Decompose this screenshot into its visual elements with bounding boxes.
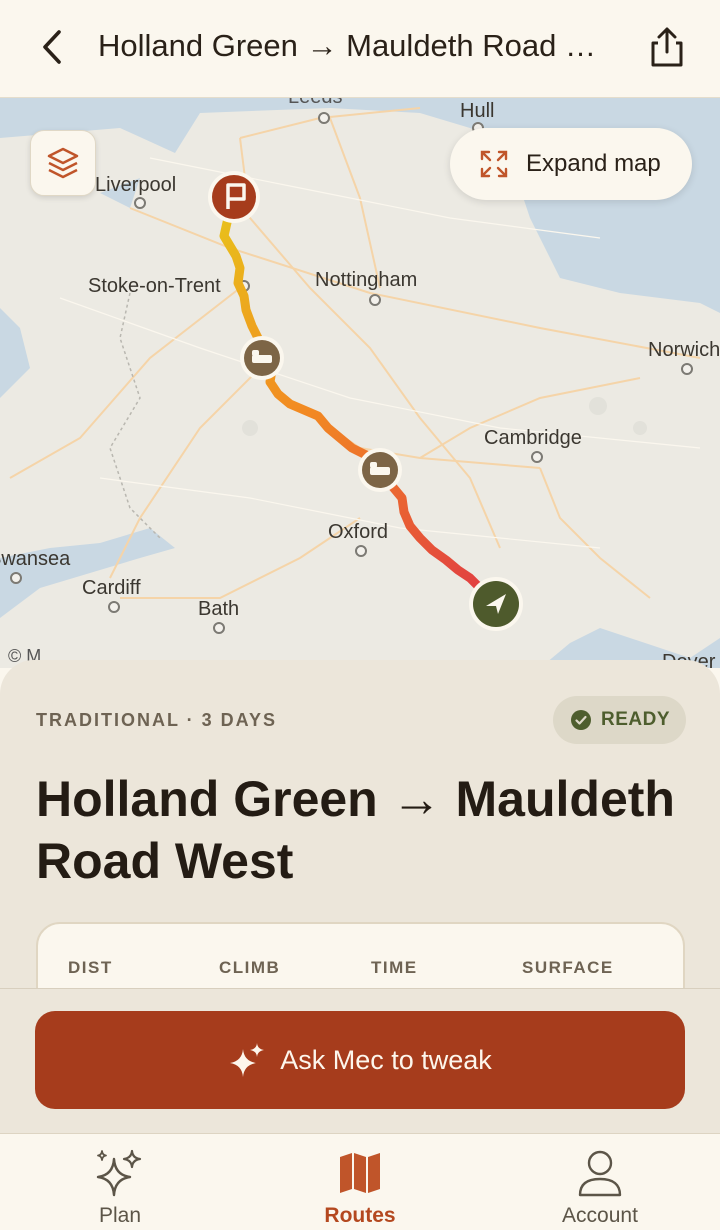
tab-routes-label: Routes [324, 1204, 396, 1227]
start-pin [208, 171, 260, 223]
sparkles-icon [96, 1149, 142, 1197]
page-title: Holland Green → Mauldeth Road … [98, 28, 596, 63]
ask-mec-label: Ask Mec to tweak [280, 1044, 492, 1075]
ask-mec-button[interactable]: Ask Mec to tweak [35, 1011, 685, 1109]
tab-routes[interactable]: Routes [290, 1134, 430, 1230]
top-app-bar: Holland Green → Mauldeth Road … [0, 0, 720, 98]
back-button[interactable] [30, 24, 76, 70]
sparkles-icon [230, 1043, 265, 1077]
action-area: Ask Mec to tweak [0, 988, 720, 1134]
tab-account[interactable]: Account [530, 1134, 670, 1230]
stats-card: DIST CLIMB TIME SURFACE [36, 922, 685, 990]
tab-plan[interactable]: Plan [50, 1134, 190, 1230]
map-layers-button[interactable] [30, 130, 96, 196]
overnight-stop-pin [358, 448, 402, 492]
chevron-left-icon [43, 30, 61, 64]
end-pin [469, 577, 523, 631]
expand-map-label: Expand map [526, 150, 661, 177]
check-circle-icon [571, 710, 591, 730]
layers-icon [47, 147, 79, 179]
route-title: Holland Green → Mauldeth Road West [36, 771, 675, 889]
stat-header-climb: CLIMB [219, 958, 281, 977]
user-icon [578, 1150, 622, 1197]
map-icon [340, 1153, 380, 1193]
stat-header-surface: SURFACE [522, 958, 614, 977]
expand-map-button[interactable]: Expand map [450, 128, 692, 200]
bottom-tab-bar: Plan Routes Account [0, 1133, 720, 1230]
tab-plan-label: Plan [98, 1204, 142, 1227]
stat-header-time: TIME [371, 958, 418, 977]
share-icon [651, 27, 683, 67]
route-line [219, 193, 500, 608]
route-map[interactable]: Leeds Hull Liverpool Stoke-on-Trent Nott… [0, 98, 720, 668]
stat-header-dist: DIST [68, 958, 113, 977]
status-badge: READY [553, 696, 686, 744]
status-label: READY [601, 709, 671, 730]
expand-icon [480, 150, 508, 178]
route-details-sheet: TRADITIONAL · 3 DAYS READY Holland Green… [0, 660, 720, 990]
share-button[interactable] [642, 22, 692, 72]
route-meta: TRADITIONAL · 3 DAYS [36, 710, 278, 730]
overnight-stop-pin [240, 336, 284, 380]
tab-account-label: Account [562, 1204, 638, 1227]
